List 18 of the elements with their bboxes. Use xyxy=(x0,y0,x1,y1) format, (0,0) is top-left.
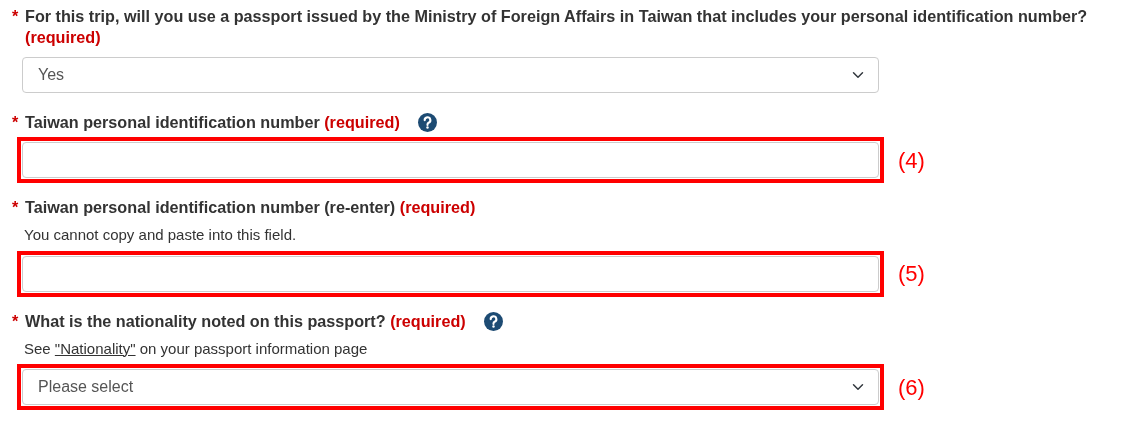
help-icon[interactable] xyxy=(417,113,437,132)
callout-number: (6) xyxy=(898,373,925,402)
nationality-link[interactable]: "Nationality" xyxy=(54,339,136,357)
dropdown-field[interactable]: Please select xyxy=(22,369,879,405)
callout-number: (4) xyxy=(898,146,925,175)
required-asterisk: * xyxy=(12,112,20,133)
callout-number: (5) xyxy=(898,260,925,288)
hint-text: You cannot copy and paste into this field. xyxy=(24,225,298,245)
required-asterisk: * xyxy=(12,310,20,332)
required-asterisk: * xyxy=(12,6,20,27)
question-label: What is the nationality noted on this passport? (required) xyxy=(25,310,466,332)
hint-text: See "Nationality" on your passport information page xyxy=(24,338,369,359)
question-label: Taiwan personal identification number (required) xyxy=(25,112,400,133)
help-icon[interactable] xyxy=(483,311,503,331)
dropdown-field[interactable]: Yes xyxy=(22,57,879,93)
required-asterisk: * xyxy=(12,197,20,218)
question-label: Taiwan personal identification number (re-enter) (required) xyxy=(25,197,476,218)
question-label: For this trip, will you use a passport issued by the Ministry of Foreign Affairs in Taiwan that includes your personal identification number? (required) xyxy=(25,6,1089,48)
